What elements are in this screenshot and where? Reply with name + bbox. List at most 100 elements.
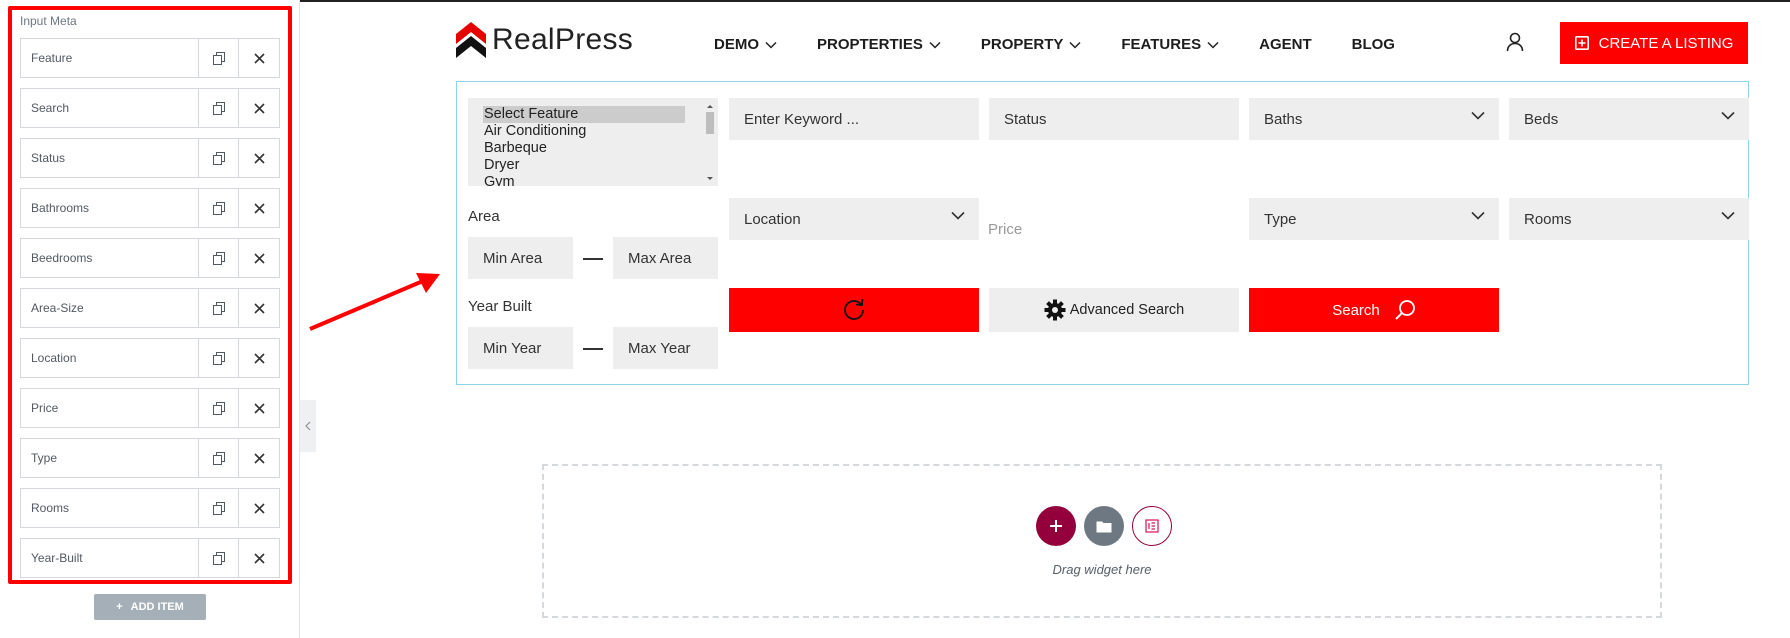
chevron-down-icon <box>929 41 941 49</box>
meta-item-label[interactable]: Beedrooms <box>21 239 199 277</box>
meta-item: Location <box>20 338 280 378</box>
input-meta-panel: Input Meta Feature Search Status Bathroo… <box>0 0 300 638</box>
create-listing-button[interactable]: CREATE A LISTING <box>1560 22 1748 64</box>
meta-item-label[interactable]: Location <box>21 339 199 377</box>
remove-icon[interactable] <box>239 39 279 77</box>
remove-icon[interactable] <box>239 339 279 377</box>
nav-item-features[interactable]: FEATURES <box>1121 36 1219 53</box>
max-area-placeholder: Max Area <box>628 249 692 267</box>
max-area-input[interactable]: Max Area <box>613 237 718 279</box>
status-select[interactable]: Status <box>989 98 1239 140</box>
duplicate-icon[interactable] <box>199 289 239 327</box>
feature-option[interactable]: Barbeque <box>483 140 685 157</box>
range-dash <box>583 348 603 350</box>
search-button[interactable]: Search <box>1249 288 1499 332</box>
baths-select[interactable]: Baths <box>1249 98 1499 140</box>
nav-item-property[interactable]: PROPERTY <box>981 36 1082 53</box>
gear-icon <box>1044 299 1066 321</box>
remove-icon[interactable] <box>239 189 279 227</box>
meta-item-label[interactable]: Price <box>21 389 199 427</box>
meta-item-label[interactable]: Year-Built <box>21 539 199 577</box>
type-select[interactable]: Type <box>1249 198 1499 240</box>
meta-item: Area-Size <box>20 288 280 328</box>
meta-item-label[interactable]: Rooms <box>21 489 199 527</box>
meta-item-label[interactable]: Area-Size <box>21 289 199 327</box>
keyword-input[interactable]: Enter Keyword ... <box>729 98 979 140</box>
meta-item-label[interactable]: Bathrooms <box>21 189 199 227</box>
nav-item-blog[interactable]: BLOG <box>1352 36 1395 53</box>
duplicate-icon[interactable] <box>199 139 239 177</box>
remove-icon[interactable] <box>239 89 279 127</box>
meta-item: Search <box>20 88 280 128</box>
nav-item-propterties[interactable]: PROPTERTIES <box>817 36 941 53</box>
meta-item-label[interactable]: Type <box>21 439 199 477</box>
advanced-search-label: Advanced Search <box>1069 302 1185 318</box>
remove-icon[interactable] <box>239 389 279 427</box>
remove-icon[interactable] <box>239 239 279 277</box>
scrollbar[interactable] <box>704 104 716 182</box>
feature-option[interactable]: Dryer <box>483 157 685 174</box>
rooms-select[interactable]: Rooms <box>1509 198 1749 240</box>
logo[interactable]: RealPress <box>456 20 633 60</box>
user-icon[interactable] <box>1506 32 1524 52</box>
meta-item-label[interactable]: Feature <box>21 39 199 77</box>
meta-item: Price <box>20 388 280 428</box>
nav-label: AGENT <box>1259 36 1312 53</box>
remove-icon[interactable] <box>239 289 279 327</box>
add-item-button[interactable]: + ADD ITEM <box>94 594 206 620</box>
add-template-button[interactable] <box>1084 506 1124 546</box>
advanced-search-button[interactable]: Advanced Search <box>989 288 1239 332</box>
elementor-kit-button[interactable] <box>1132 506 1172 546</box>
property-search-form: Select Feature Air Conditioning Barbeque… <box>456 81 1749 385</box>
feature-option[interactable]: Gym <box>483 174 685 186</box>
nav-label: PROPTERTIES <box>817 36 923 53</box>
feature-option[interactable]: Air Conditioning <box>483 123 685 140</box>
plus-icon: + <box>116 601 123 613</box>
nav-item-agent[interactable]: AGENT <box>1259 36 1312 53</box>
duplicate-icon[interactable] <box>199 489 239 527</box>
max-year-input[interactable]: Max Year <box>613 327 718 369</box>
collapse-panel-button[interactable] <box>300 400 316 452</box>
feature-option[interactable]: Select Feature <box>483 106 685 123</box>
panel-title: Input Meta <box>20 14 77 28</box>
feature-select[interactable]: Select Feature Air Conditioning Barbeque… <box>468 98 718 186</box>
add-section-button[interactable] <box>1036 506 1076 546</box>
location-select[interactable]: Location <box>729 198 979 240</box>
drag-widget-hint: Drag widget here <box>1052 562 1152 577</box>
meta-item-label[interactable]: Status <box>21 139 199 177</box>
remove-icon[interactable] <box>239 489 279 527</box>
remove-icon[interactable] <box>239 539 279 577</box>
main-nav: DEMO PROPTERTIES PROPERTY FEATURES AGENT… <box>714 36 1395 53</box>
meta-item: Rooms <box>20 488 280 528</box>
chevron-left-icon <box>305 421 311 431</box>
duplicate-icon[interactable] <box>199 539 239 577</box>
status-label: Status <box>1004 110 1047 128</box>
duplicate-icon[interactable] <box>199 339 239 377</box>
min-area-placeholder: Min Area <box>483 249 543 267</box>
reset-button[interactable] <box>729 288 979 332</box>
duplicate-icon[interactable] <box>199 239 239 277</box>
chevron-down-icon <box>1471 111 1485 120</box>
nav-label: PROPERTY <box>980 36 1064 53</box>
logo-text: RealPress <box>492 23 634 56</box>
duplicate-icon[interactable] <box>199 389 239 427</box>
remove-icon[interactable] <box>239 139 279 177</box>
nav-item-demo[interactable]: DEMO <box>714 36 777 53</box>
elementor-drop-zone[interactable]: Drag widget here <box>542 464 1662 618</box>
beds-label: Beds <box>1524 110 1559 128</box>
site-header: RealPress DEMO PROPTERTIES PROPERTY FEAT… <box>300 0 1790 80</box>
duplicate-icon[interactable] <box>199 189 239 227</box>
min-year-input[interactable]: Min Year <box>468 327 573 369</box>
nav-label: BLOG <box>1351 36 1395 53</box>
elementor-icon <box>1145 519 1159 533</box>
refresh-icon <box>844 298 864 320</box>
duplicate-icon[interactable] <box>199 39 239 77</box>
remove-icon[interactable] <box>239 439 279 477</box>
meta-item-label[interactable]: Search <box>21 89 199 127</box>
year-built-label: Year Built <box>468 298 532 315</box>
duplicate-icon[interactable] <box>199 89 239 127</box>
nav-label: FEATURES <box>1121 36 1202 53</box>
beds-select[interactable]: Beds <box>1509 98 1749 140</box>
min-area-input[interactable]: Min Area <box>468 237 573 279</box>
duplicate-icon[interactable] <box>199 439 239 477</box>
